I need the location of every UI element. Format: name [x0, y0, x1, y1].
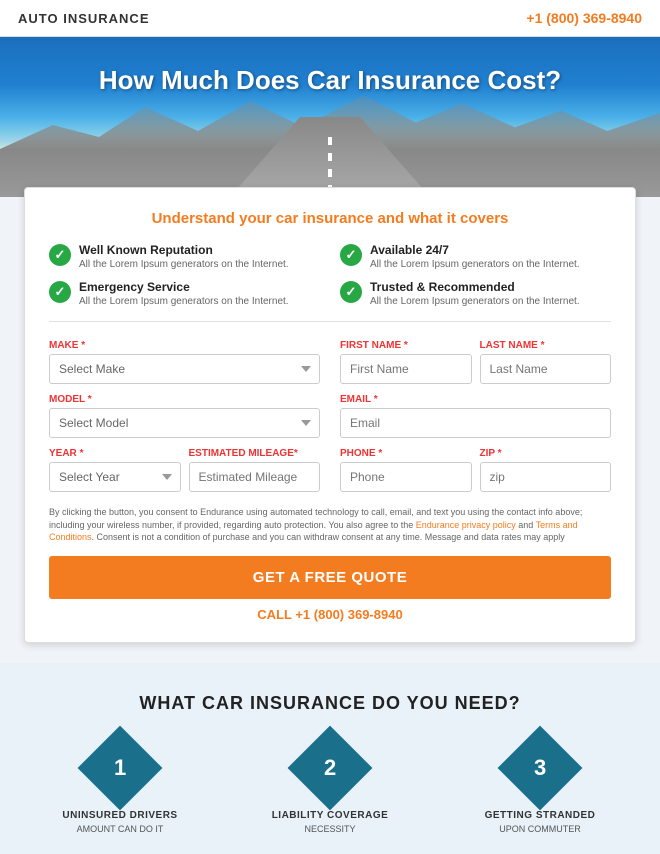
card-subtitle: Understand your car insurance and what i…	[49, 210, 611, 227]
feature-desc-0: All the Lorem Ipsum generators on the In…	[79, 259, 289, 270]
feature-title-0: Well Known Reputation	[79, 243, 289, 257]
road-line-graphic	[328, 137, 332, 187]
check-icon-2	[49, 281, 71, 303]
first-name-label: FIRST NAME *	[340, 340, 472, 351]
cta-button[interactable]: GET A FREE QUOTE	[49, 556, 611, 599]
info-cards-row: 1 UNINSURED DRIVERS AMOUNT CAN DO IT 2 L…	[20, 738, 640, 834]
subtitle-plain: Understand your	[152, 210, 276, 227]
email-label: EMAIL *	[340, 394, 611, 405]
last-name-label: LAST NAME *	[480, 340, 612, 351]
diamond-1: 2	[288, 725, 373, 810]
cta-call-number[interactable]: +1 (800) 369-8940	[295, 607, 402, 622]
phone-zip-row: PHONE * ZIP *	[340, 448, 611, 492]
feature-title-3: Trusted & Recommended	[370, 280, 580, 294]
info-card-sub-0: AMOUNT CAN DO IT	[77, 824, 164, 834]
cta-call: CALL +1 (800) 369-8940	[49, 607, 611, 622]
hero-title: How Much Does Car Insurance Cost?	[20, 65, 640, 96]
diamond-num-0: 1	[114, 755, 126, 781]
subtitle-end: and what it covers	[373, 210, 508, 227]
bottom-section: WHAT CAR INSURANCE DO YOU NEED? 1 UNINSU…	[0, 663, 660, 854]
first-name-field-group: FIRST NAME *	[340, 340, 472, 384]
year-field-group: YEAR * Select Year	[49, 448, 181, 492]
info-card-title-2: GETTING STRANDED	[485, 810, 596, 821]
info-card-0: 1 UNINSURED DRIVERS AMOUNT CAN DO IT	[20, 738, 220, 834]
feature-desc-3: All the Lorem Ipsum generators on the In…	[370, 296, 580, 307]
site-logo: AUTO INSURANCE	[18, 11, 150, 26]
first-name-input[interactable]	[340, 354, 472, 384]
hero-section: How Much Does Car Insurance Cost?	[0, 37, 660, 197]
form-right: FIRST NAME * LAST NAME * EMAIL *	[340, 340, 611, 492]
phone-field-group: PHONE *	[340, 448, 472, 492]
info-card-title-1: LIABILITY COVERAGE	[272, 810, 389, 821]
check-icon-1	[340, 244, 362, 266]
mileage-input[interactable]	[189, 462, 321, 492]
model-field-group: MODEL * Select Model	[49, 394, 320, 438]
check-icon-0	[49, 244, 71, 266]
feature-item-0: Well Known Reputation All the Lorem Ipsu…	[49, 243, 320, 270]
form-left: MAKE * Select Make Toyota Honda Ford MOD…	[49, 340, 320, 492]
last-name-field-group: LAST NAME *	[480, 340, 612, 384]
phone-input[interactable]	[340, 462, 472, 492]
feature-desc-1: All the Lorem Ipsum generators on the In…	[370, 259, 580, 270]
make-field-group: MAKE * Select Make Toyota Honda Ford	[49, 340, 320, 384]
model-select[interactable]: Select Model	[49, 408, 320, 438]
year-select[interactable]: Select Year	[49, 462, 181, 492]
year-label: YEAR *	[49, 448, 181, 459]
name-row: FIRST NAME * LAST NAME *	[340, 340, 611, 384]
check-icon-3	[340, 281, 362, 303]
cta-call-prefix: CALL	[257, 607, 295, 622]
feature-item-1: Available 24/7 All the Lorem Ipsum gener…	[340, 243, 611, 270]
bottom-title: WHAT CAR INSURANCE DO YOU NEED?	[20, 693, 640, 714]
zip-field-group: ZIP *	[480, 448, 612, 492]
info-card-title-0: UNINSURED DRIVERS	[62, 810, 177, 821]
info-card-2: 3 GETTING STRANDED UPON COMMUTER	[440, 738, 640, 834]
year-mileage-row: YEAR * Select Year ESTIMATED MILEAGE*	[49, 448, 320, 492]
diamond-num-2: 3	[534, 755, 546, 781]
feature-item-3: Trusted & Recommended All the Lorem Ipsu…	[340, 280, 611, 307]
privacy-policy-link[interactable]: Endurance privacy policy	[416, 520, 516, 530]
make-label: MAKE *	[49, 340, 320, 351]
feature-title-2: Emergency Service	[79, 280, 289, 294]
diamond-2: 3	[498, 725, 583, 810]
feature-item-2: Emergency Service All the Lorem Ipsum ge…	[49, 280, 320, 307]
feature-title-1: Available 24/7	[370, 243, 580, 257]
form-section: MAKE * Select Make Toyota Honda Ford MOD…	[49, 340, 611, 492]
make-select[interactable]: Select Make Toyota Honda Ford	[49, 354, 320, 384]
phone-label: PHONE *	[340, 448, 472, 459]
diamond-num-1: 2	[324, 755, 336, 781]
diamond-0: 1	[78, 725, 163, 810]
last-name-input[interactable]	[480, 354, 612, 384]
features-grid: Well Known Reputation All the Lorem Ipsu…	[49, 243, 611, 322]
email-input[interactable]	[340, 408, 611, 438]
info-card-1: 2 LIABILITY COVERAGE NECESSITY	[230, 738, 430, 834]
form-card: Understand your car insurance and what i…	[24, 187, 636, 643]
model-label: MODEL *	[49, 394, 320, 405]
header-phone[interactable]: +1 (800) 369-8940	[526, 10, 642, 26]
email-field-group: EMAIL *	[340, 394, 611, 438]
disclaimer-text: By clicking the button, you consent to E…	[49, 506, 611, 544]
subtitle-highlight: car insurance	[276, 210, 374, 227]
info-card-sub-2: UPON COMMUTER	[499, 824, 581, 834]
zip-label: ZIP *	[480, 448, 612, 459]
mileage-field-group: ESTIMATED MILEAGE*	[189, 448, 321, 492]
zip-input[interactable]	[480, 462, 612, 492]
mileage-label: ESTIMATED MILEAGE*	[189, 448, 321, 459]
feature-desc-2: All the Lorem Ipsum generators on the In…	[79, 296, 289, 307]
header: AUTO INSURANCE +1 (800) 369-8940	[0, 0, 660, 37]
info-card-sub-1: NECESSITY	[304, 824, 355, 834]
